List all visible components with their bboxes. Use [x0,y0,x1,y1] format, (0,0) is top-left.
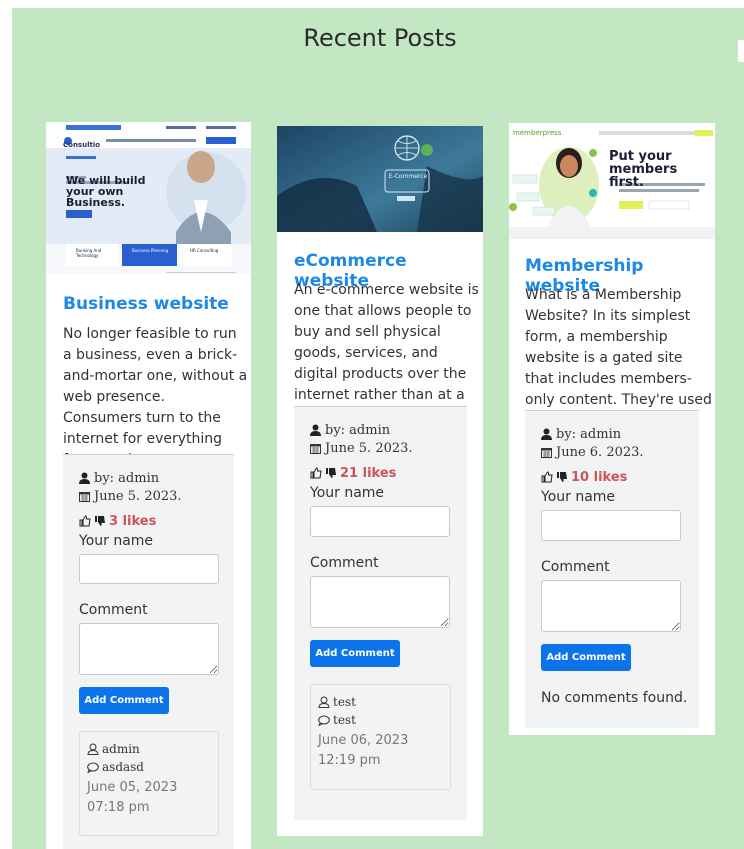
likes-row: 21 likes [310,463,451,483]
user-icon [310,424,321,436]
thumbs-up-icon[interactable] [310,467,322,479]
calendar-icon [79,491,90,502]
user-outline-icon [87,743,99,755]
post-author: by: admin [325,422,391,438]
likes-row: 10 likes [541,467,683,487]
comment-item: test test June 06, 2023 12:19 pm [310,684,451,790]
speech-bubble-icon [318,715,330,726]
thumbnail-brand: Consultio [63,141,101,149]
thumbnail-image [277,126,483,232]
thumbnail-feature: HR Consulting [190,248,219,253]
post-card-membership: memberpress Put your members first. Memb… [509,123,715,735]
speech-bubble-icon [87,762,99,773]
comment-text-row: asdasd [87,758,211,776]
comment-label: Comment [310,555,379,571]
post-card-ecommerce: E-Commerce eCommerce website An e-commer… [277,126,483,836]
user-icon [79,472,90,484]
comment-date: June 06, 2023 12:19 pm [318,733,409,768]
thumbnail-headline: Put your members first. [609,149,678,190]
thumbnail-feature: Banking And Technology [76,248,102,258]
post-thumbnail[interactable] [277,126,483,232]
post-author: by: admin [556,426,622,442]
comment-text-row: test [318,711,443,729]
thumbs-down-icon[interactable] [556,471,568,483]
post-date: June 6. 2023. [556,444,644,460]
comment-text: asdasd [102,760,144,774]
add-comment-button[interactable]: Add Comment [310,640,400,667]
date-line: June 5. 2023. [79,487,218,505]
post-date: June 5. 2023. [325,440,413,456]
author-line: by: admin [310,421,451,439]
post-meta-panel: by: admin June 6. 2023. 10 likes Your na… [525,410,699,728]
comment-date: June 05, 2023 07:18 pm [87,780,178,815]
comment-user-row: admin [87,740,211,758]
comment-user: admin [102,742,140,756]
thumbnail-feature: Business Planning [132,248,169,253]
comment-text: test [333,713,356,727]
author-line: by: admin [79,469,218,487]
likes-count: 21 likes [340,465,397,481]
comment-user-row: test [318,693,443,711]
post-date: June 5. 2023. [94,488,182,504]
name-input[interactable] [310,506,450,537]
post-title[interactable]: Business website [63,294,229,314]
no-comments-message: No comments found. [541,690,688,706]
comment-label: Comment [541,559,610,575]
user-icon [541,428,552,440]
calendar-icon [541,447,552,458]
comment-textarea[interactable] [541,580,681,632]
post-excerpt: No longer feasible to run a business, ev… [63,326,248,468]
comment-textarea[interactable] [79,623,219,675]
post-author: by: admin [94,470,160,486]
calendar-icon [310,443,321,454]
thumbs-down-icon[interactable] [94,515,106,527]
date-line: June 6. 2023. [541,443,683,461]
name-input[interactable] [79,554,219,584]
thumbs-up-icon[interactable] [541,471,553,483]
thumbnail-brand: memberpress [513,129,562,137]
name-label: Your name [79,533,154,549]
author-line: by: admin [541,425,683,443]
name-input[interactable] [541,510,681,541]
comment-label: Comment [79,602,148,618]
likes-row: 3 likes [79,511,218,531]
likes-count: 3 likes [109,513,157,529]
comment-item: admin asdasd June 05, 2023 07:18 pm [79,731,219,836]
page-title: Recent Posts [303,24,457,52]
thumbs-up-icon[interactable] [79,515,91,527]
post-excerpt: An e-commerce website is one that allows… [294,282,479,424]
user-outline-icon [318,696,330,708]
post-card-business: Consultio We will build your own Busines… [46,122,251,849]
edge-marker [738,40,744,62]
thumbnail-caption: E-Commerce [388,173,428,180]
add-comment-button[interactable]: Add Comment [79,687,169,714]
thumbs-down-icon[interactable] [325,467,337,479]
likes-count: 10 likes [571,469,628,485]
name-label: Your name [541,489,616,505]
comment-textarea[interactable] [310,576,450,628]
add-comment-button[interactable]: Add Comment [541,644,631,671]
date-line: June 5. 2023. [310,439,451,457]
name-label: Your name [310,485,385,501]
thumbnail-headline: We will build your own Business. [66,174,146,209]
comment-user: test [333,695,356,709]
